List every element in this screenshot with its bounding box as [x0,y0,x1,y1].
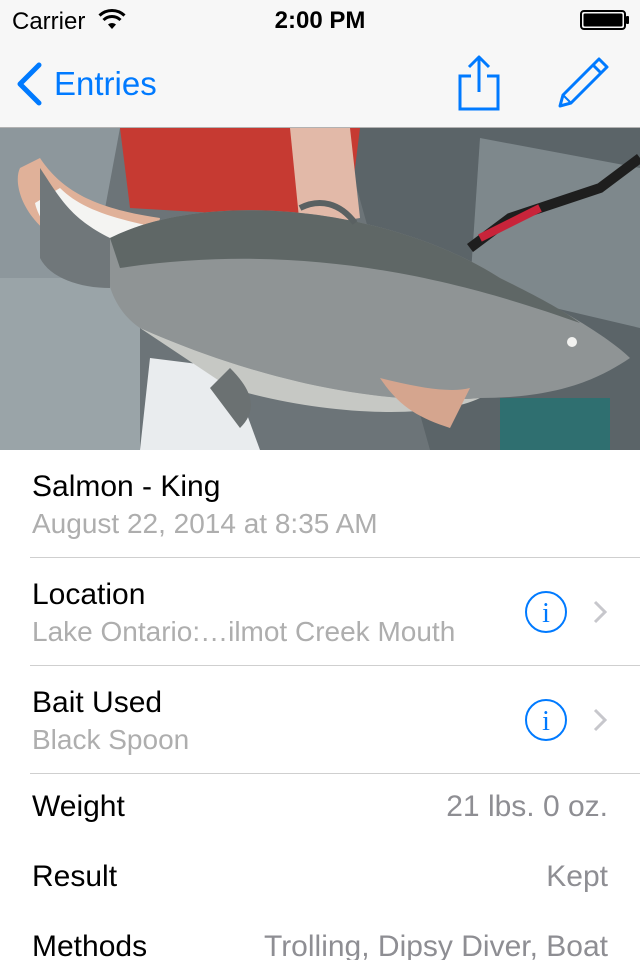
weight-value: 21 lbs. 0 oz. [446,790,608,823]
methods-label: Methods [32,930,148,960]
bait-label: Bait Used [32,686,163,719]
entry-header-cell: Salmon - King August 22, 2014 at 8:35 AM [0,450,640,558]
share-icon[interactable] [456,54,502,112]
location-label: Location [32,578,146,611]
edit-pencil-icon[interactable] [556,56,610,110]
battery-icon [580,10,629,30]
info-icon[interactable]: i [524,590,568,634]
location-cell[interactable]: Location Lake Ontario:…ilmot Creek Mouth… [0,558,640,666]
result-value: Kept [546,860,608,893]
result-label: Result [32,860,118,893]
svg-text:i: i [542,706,550,737]
catch-photo [0,128,640,450]
status-bar: Carrier 2:00 PM [0,0,640,40]
bait-cell[interactable]: Bait Used Black Spoon i [0,666,640,774]
location-value: Lake Ontario:…ilmot Creek Mouth [32,616,456,647]
result-cell: Result Kept [0,844,640,914]
bait-value: Black Spoon [32,724,190,755]
entry-details-list: Salmon - King August 22, 2014 at 8:35 AM… [0,450,640,960]
methods-value: Trolling, Dipsy Diver, Boat [263,930,608,960]
weight-cell: Weight 21 lbs. 0 oz. [0,774,640,844]
methods-cell: Methods Trolling, Dipsy Diver, Boat [0,914,640,960]
status-time: 2:00 PM [274,7,366,34]
entry-date: August 22, 2014 at 8:35 AM [32,508,378,539]
info-icon[interactable]: i [524,698,568,742]
chevron-left-icon [17,62,42,106]
weight-label: Weight [32,790,125,823]
chevron-right-icon [593,600,607,624]
back-button-label: Entries [54,65,157,102]
navigation-bar: Entries [0,40,640,128]
back-button[interactable]: Entries [14,60,157,108]
svg-text:i: i [542,598,550,629]
chevron-right-icon [593,708,607,732]
species-title: Salmon - King [32,470,221,503]
